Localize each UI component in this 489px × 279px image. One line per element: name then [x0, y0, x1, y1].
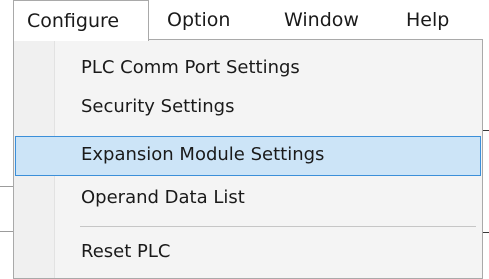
menu-item-security-settings[interactable]: Security Settings — [15, 88, 481, 126]
menu-separator — [80, 226, 476, 227]
menu-configure[interactable]: Configure — [13, 0, 149, 41]
menu-item-plc-comm-port-settings[interactable]: PLC Comm Port Settings — [15, 49, 481, 87]
menu-item-label: Reset PLC — [81, 241, 171, 262]
menu-item-expansion-module-settings[interactable]: Expansion Module Settings — [15, 136, 481, 176]
menu-item-operand-data-list[interactable]: Operand Data List — [15, 179, 481, 217]
menu-item-label: Operand Data List — [81, 187, 245, 208]
menu-item-label: Security Settings — [81, 96, 235, 117]
configure-dropdown-menu: PLC Comm Port Settings Security Settings… — [13, 39, 483, 279]
menu-item-label: Expansion Module Settings — [81, 144, 325, 165]
menu-window[interactable]: Window — [284, 0, 384, 40]
background-divider — [0, 231, 14, 232]
menu-window-label: Window — [284, 9, 359, 31]
background-divider — [0, 186, 14, 187]
background-edge — [483, 130, 489, 131]
menu-item-label: PLC Comm Port Settings — [81, 57, 300, 78]
menu-option-label: Option — [167, 9, 231, 31]
menu-bar: Configure Option Window Help — [0, 0, 489, 41]
menu-item-reset-plc[interactable]: Reset PLC — [15, 233, 481, 271]
menu-help-label: Help — [406, 9, 450, 31]
menu-option[interactable]: Option — [167, 0, 257, 40]
menu-help[interactable]: Help — [406, 0, 466, 40]
background-edge — [483, 232, 489, 233]
menu-configure-label: Configure — [27, 10, 120, 32]
